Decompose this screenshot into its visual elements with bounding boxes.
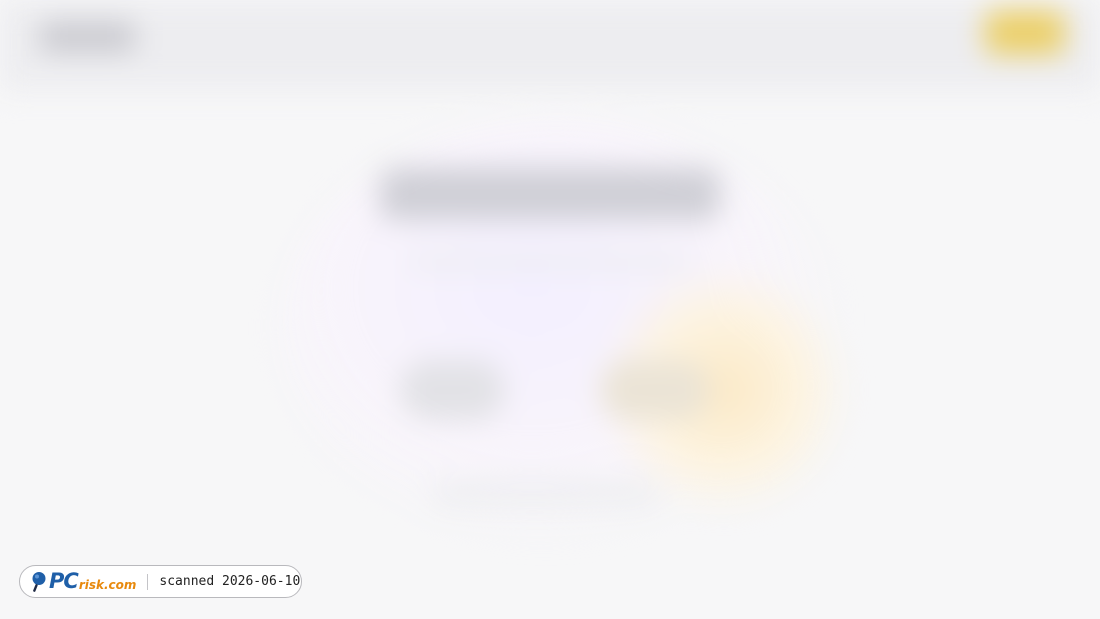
scan-date-label: scanned 2026-06-10 bbox=[159, 574, 301, 589]
blurred-website-background bbox=[0, 0, 1100, 619]
header-cta-button bbox=[985, 10, 1065, 55]
hero-button-right bbox=[600, 360, 710, 420]
magnifier-logo-icon bbox=[32, 571, 46, 592]
pcrisk-scan-badge: PC risk.com scanned 2026-06-10 bbox=[19, 565, 302, 598]
hero-subtitle-placeholder bbox=[410, 255, 690, 269]
logo-text-risk: risk.com bbox=[78, 577, 137, 592]
site-header bbox=[0, 0, 1100, 90]
hero-footer-placeholder bbox=[430, 480, 660, 510]
badge-divider bbox=[147, 573, 149, 590]
page: PC risk.com scanned 2026-06-10 bbox=[0, 0, 1100, 619]
site-logo bbox=[40, 22, 135, 52]
hero-title-placeholder bbox=[380, 168, 720, 220]
hero-button-left bbox=[400, 360, 505, 420]
logo-text-pc: PC bbox=[49, 569, 79, 593]
